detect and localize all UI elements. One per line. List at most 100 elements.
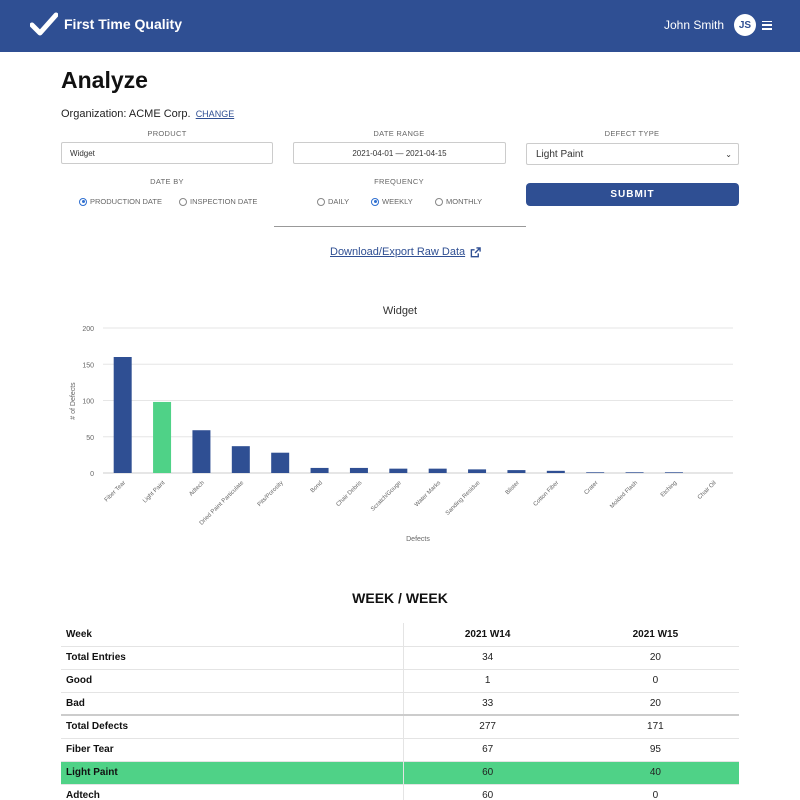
radio-label: INSPECTION DATE [190, 197, 258, 206]
export-label: Download/Export Raw Data [330, 246, 466, 258]
x-tick-label: Scratch/Gouge [370, 480, 403, 513]
cell: 0 [571, 669, 739, 693]
table-row: Bad 33 20 [61, 692, 739, 716]
cell: 33 [403, 692, 572, 716]
defect-type-value: Light Paint [536, 148, 584, 160]
date-range-input[interactable]: 2021-04-01 — 2021-04-15 [293, 142, 506, 164]
product-input[interactable]: Widget [61, 142, 273, 164]
bar [231, 446, 250, 473]
user-name: John Smith [663, 18, 724, 32]
bar [113, 357, 132, 473]
cell: 171 [571, 714, 739, 739]
bar [192, 430, 211, 473]
checkmark-logo-icon [30, 12, 58, 36]
bar [310, 467, 329, 473]
hamburger-menu-icon[interactable] [762, 20, 772, 30]
cell: 34 [403, 646, 572, 670]
brand[interactable]: First Time Quality [30, 12, 182, 36]
bar [625, 472, 644, 473]
table-row: Good 1 0 [61, 669, 739, 693]
radio-label: WEEKLY [382, 197, 413, 206]
cell: 277 [403, 714, 572, 739]
week-comparison-table: Week 2021 W14 2021 W15 Total Entries 34 … [61, 623, 739, 800]
submit-button[interactable]: SUBMIT [526, 183, 739, 206]
bar [349, 467, 368, 473]
radio-label: PRODUCTION DATE [90, 197, 162, 206]
x-tick-label: Sanding Residue [445, 480, 482, 517]
x-tick-label: Water Marks [414, 480, 442, 508]
cell: 95 [571, 738, 739, 762]
product-value: Widget [70, 148, 95, 158]
row-label: Light Paint [61, 761, 404, 785]
row-label: Fiber Tear [61, 738, 404, 762]
frequency-label: FREQUENCY [374, 177, 424, 186]
x-axis-label: Defects [406, 536, 430, 543]
bar [546, 470, 565, 473]
row-label: Bad [61, 692, 404, 716]
y-tick-label: 50 [86, 435, 94, 442]
x-tick-label: Etching [660, 480, 678, 498]
bar [664, 472, 683, 473]
cell: 20 [571, 646, 739, 670]
bar [271, 452, 290, 473]
app-name: First Time Quality [64, 16, 182, 32]
y-axis-label: # of Defects [70, 382, 77, 420]
export-raw-data-link[interactable]: Download/Export Raw Data [330, 246, 481, 258]
cell: 60 [403, 761, 572, 785]
header-cell: 2021 W15 [571, 623, 739, 647]
radio-selected-icon[interactable] [371, 197, 379, 206]
change-org-link[interactable]: CHANGE [196, 109, 235, 119]
radio-unselected-icon[interactable] [435, 197, 443, 206]
bar [468, 469, 487, 473]
date-range-value: 2021-04-01 — 2021-04-15 [352, 148, 447, 158]
organization-line: Organization: ACME Corp. CHANGE [61, 108, 234, 120]
radio-monthly[interactable]: MONTHLY [435, 197, 482, 206]
cell: 40 [571, 761, 739, 785]
x-tick-label: Chair Debris [336, 480, 364, 508]
y-tick-label: 150 [82, 362, 94, 369]
defect-type-label: DEFECT TYPE [604, 129, 660, 138]
x-tick-label: Blister [505, 480, 521, 496]
table-title: WEEK / WEEK [352, 590, 448, 606]
x-tick-label: Crater [584, 480, 600, 496]
row-label: Total Defects [61, 714, 404, 739]
top-navbar: First Time Quality John Smith JS [0, 0, 800, 52]
cell: 0 [571, 784, 739, 800]
bar [153, 401, 172, 473]
radio-production-date[interactable]: PRODUCTION DATE [79, 197, 162, 206]
radio-daily[interactable]: DAILY [317, 197, 349, 206]
radio-unselected-icon[interactable] [317, 197, 325, 206]
table-row-highlighted: Light Paint 60 40 [61, 761, 739, 785]
radio-unselected-icon[interactable] [179, 197, 187, 206]
bar [507, 470, 526, 473]
bar [586, 472, 605, 473]
defect-type-select[interactable]: Light Paint ⌄ [526, 143, 739, 165]
x-tick-label: Bond [310, 480, 324, 494]
chart-title: Widget [383, 305, 417, 317]
x-tick-label: Dried Paint Particulate [199, 480, 246, 527]
row-label: Total Entries [61, 646, 404, 670]
page-title: Analyze [61, 67, 148, 93]
user-menu[interactable]: John Smith JS [664, 14, 772, 36]
table-row: Total Defects 277 171 [61, 714, 739, 739]
product-label: PRODUCT [147, 129, 187, 138]
radio-inspection-date[interactable]: INSPECTION DATE [179, 197, 257, 206]
table-header-row: Week 2021 W14 2021 W15 [61, 623, 739, 647]
x-tick-label: Light Paint [142, 480, 167, 505]
table-row: Adtech 60 0 [61, 784, 739, 800]
cell: 67 [403, 738, 572, 762]
chevron-down-icon: ⌄ [725, 149, 732, 159]
avatar[interactable]: JS [734, 14, 756, 36]
radio-weekly[interactable]: WEEKLY [371, 197, 413, 206]
x-tick-label: Chair Oil [697, 480, 718, 501]
organization-label: Organization: ACME Corp. [61, 108, 191, 120]
radio-selected-icon[interactable] [79, 197, 87, 206]
y-tick-label: 200 [82, 326, 94, 333]
header-cell: 2021 W14 [403, 623, 572, 647]
cell: 1 [403, 669, 572, 693]
cell: 60 [403, 784, 572, 800]
date-by-label: DATE BY [150, 177, 184, 186]
table-row: Total Entries 34 20 [61, 646, 739, 670]
row-label: Adtech [61, 784, 404, 800]
y-tick-label: 0 [90, 471, 94, 478]
